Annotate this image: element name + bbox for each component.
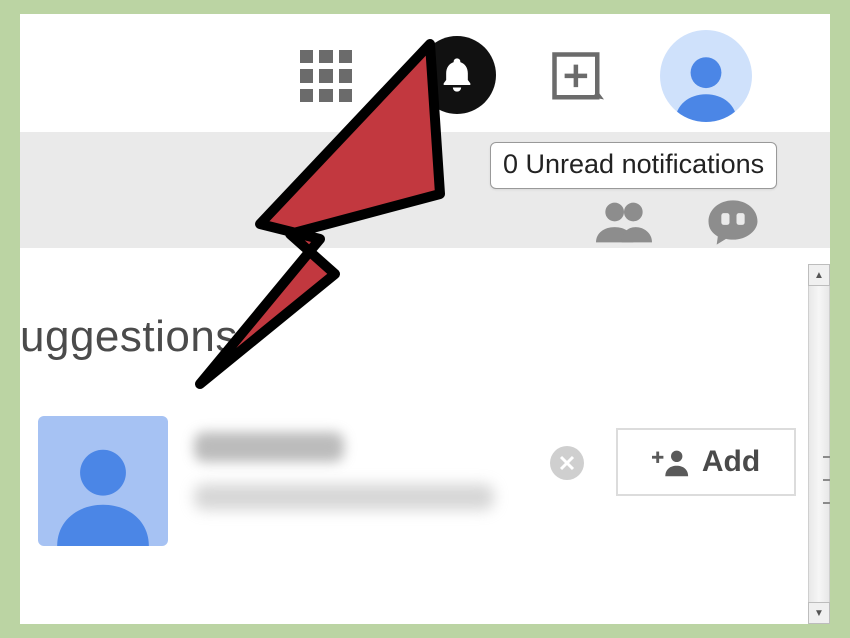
close-icon — [559, 455, 575, 471]
scroll-grip-icon — [823, 456, 830, 504]
suggestion-avatar[interactable] — [38, 416, 168, 546]
header-bar — [20, 14, 830, 126]
vertical-scrollbar[interactable] — [808, 264, 830, 624]
suggestion-subtitle-redacted — [194, 484, 494, 510]
find-people-button[interactable] — [596, 198, 652, 244]
notifications-tooltip: 0 Unread notifications — [490, 142, 777, 189]
notifications-button[interactable] — [418, 36, 496, 114]
share-post-button[interactable] — [550, 50, 604, 104]
person-icon — [669, 48, 743, 122]
add-person-icon — [652, 447, 690, 477]
tooltip-text: 0 Unread notifications — [503, 149, 764, 179]
suggestion-row: Add — [20, 416, 810, 596]
apps-icon[interactable] — [300, 50, 352, 102]
profile-avatar[interactable] — [660, 30, 752, 122]
hangouts-icon — [705, 198, 761, 245]
suggestion-name-redacted — [194, 432, 344, 462]
scroll-track[interactable] — [808, 286, 830, 602]
suggestions-heading: uggestions — [20, 312, 238, 362]
share-post-icon — [550, 50, 604, 104]
app-window: 0 Unread notifications uggestions A — [20, 14, 830, 624]
scroll-down-button[interactable] — [808, 602, 830, 624]
bell-icon — [437, 55, 477, 95]
add-button-label: Add — [702, 445, 760, 479]
dismiss-suggestion-button[interactable] — [550, 446, 584, 480]
hangouts-button[interactable] — [705, 198, 761, 244]
people-icon — [596, 198, 652, 245]
add-person-button[interactable]: Add — [616, 428, 796, 496]
scroll-up-button[interactable] — [808, 264, 830, 286]
person-icon — [48, 436, 158, 546]
